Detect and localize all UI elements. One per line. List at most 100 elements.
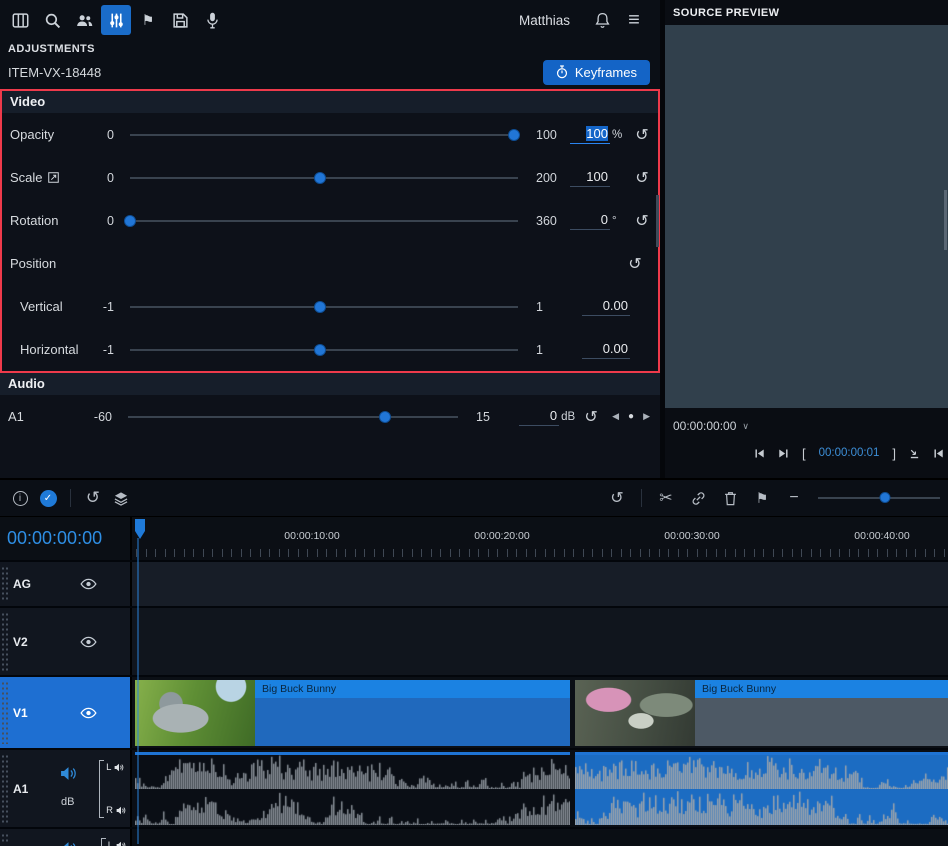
- horizontal-slider[interactable]: [130, 343, 518, 357]
- add-layer-button[interactable]: [107, 485, 135, 511]
- visibility-toggle[interactable]: [80, 636, 97, 648]
- channel-group: L: [101, 838, 126, 846]
- add-keyframe-icon[interactable]: ●: [628, 411, 634, 422]
- delete-button[interactable]: [714, 485, 746, 511]
- opacity-input[interactable]: 100: [570, 126, 610, 144]
- reset-icon[interactable]: ↺: [629, 125, 655, 145]
- playhead-timecode[interactable]: 00:00:00:00: [0, 517, 130, 560]
- mic-button[interactable]: [196, 4, 228, 36]
- speaker-icon: [116, 806, 126, 815]
- scale-slider[interactable]: [130, 171, 518, 185]
- mark-out-bracket[interactable]: ]: [892, 446, 896, 461]
- slider-knob[interactable]: [508, 129, 520, 141]
- zoom-knob[interactable]: [880, 492, 891, 503]
- drag-handle-icon[interactable]: [1, 566, 8, 602]
- track-v1-header[interactable]: V1: [0, 677, 130, 748]
- item-id: ITEM-VX-18448: [8, 65, 101, 80]
- save-button[interactable]: [164, 4, 196, 36]
- track-a1-lane[interactable]: [130, 750, 948, 827]
- track-partial-header[interactable]: L: [0, 829, 130, 846]
- audio-clip[interactable]: [135, 752, 570, 825]
- horizontal-input[interactable]: 0.00: [582, 341, 630, 359]
- notifications-button[interactable]: [586, 4, 618, 36]
- visibility-toggle[interactable]: [80, 707, 97, 719]
- menu-button[interactable]: ≡: [618, 4, 650, 36]
- step-forward-button[interactable]: [778, 448, 789, 459]
- reset-icon[interactable]: ↺: [629, 168, 655, 188]
- step-back-button[interactable]: [754, 448, 765, 459]
- in-out-timecode[interactable]: 00:00:00:01: [819, 447, 880, 459]
- reset-icon[interactable]: ↺: [578, 407, 604, 427]
- search-button[interactable]: [36, 4, 68, 36]
- eye-icon: [80, 636, 97, 648]
- link-button[interactable]: [682, 485, 714, 511]
- zoom-slider[interactable]: [818, 492, 940, 504]
- info-button[interactable]: i: [6, 485, 34, 511]
- markers-button[interactable]: ⚑: [132, 4, 164, 36]
- a1-gain-slider[interactable]: [128, 410, 458, 424]
- preview-timecode-dropdown[interactable]: 00:00:00:00 ∨: [673, 414, 944, 438]
- reset-icon[interactable]: ↺: [622, 254, 648, 274]
- users-button[interactable]: [68, 4, 100, 36]
- channel-left[interactable]: L: [106, 762, 126, 773]
- visibility-toggle[interactable]: [80, 578, 97, 590]
- undo-button[interactable]: ↺: [79, 485, 107, 511]
- columns-button[interactable]: [4, 4, 36, 36]
- scrollbar-thumb[interactable]: [656, 195, 659, 247]
- slider-knob[interactable]: [314, 344, 326, 356]
- snap-toggle-button[interactable]: ✓: [34, 485, 62, 511]
- reset-icon[interactable]: ↺: [629, 211, 655, 231]
- marker-button[interactable]: ⚑: [746, 485, 778, 511]
- drag-handle-icon[interactable]: [1, 833, 8, 842]
- menu-icon: ≡: [628, 10, 640, 30]
- video-clip[interactable]: Big Buck Bunny: [575, 680, 948, 746]
- slider-knob[interactable]: [124, 215, 136, 227]
- track-partial-lane[interactable]: [130, 829, 948, 846]
- history-button[interactable]: ↺: [601, 485, 633, 511]
- keyframes-button[interactable]: Keyframes: [543, 60, 650, 85]
- next-keyframe-icon[interactable]: ▶: [643, 411, 650, 422]
- mic-icon: [204, 12, 221, 29]
- drag-handle-icon[interactable]: [1, 681, 8, 744]
- slider-knob[interactable]: [314, 301, 326, 313]
- slider-knob[interactable]: [314, 172, 326, 184]
- a1-label: A1: [8, 409, 84, 424]
- zoom-out-button[interactable]: −: [778, 485, 810, 511]
- mark-in-bracket[interactable]: [: [802, 446, 806, 461]
- scrollbar-thumb[interactable]: [944, 190, 947, 250]
- user-name[interactable]: Matthias: [519, 13, 570, 28]
- drag-handle-icon[interactable]: [1, 612, 8, 671]
- slider-knob[interactable]: [379, 411, 391, 423]
- track-v2-lane[interactable]: [130, 608, 948, 675]
- video-clip[interactable]: Big Buck Bunny: [135, 680, 570, 746]
- rotation-slider[interactable]: [130, 214, 518, 228]
- audio-clip[interactable]: [575, 752, 948, 825]
- scale-input[interactable]: 100: [570, 169, 610, 187]
- track-v1-lane[interactable]: Big Buck Bunny Big Buck Bunny: [130, 677, 948, 748]
- vertical-slider[interactable]: [130, 300, 518, 314]
- rotation-input[interactable]: 0: [570, 212, 610, 230]
- horizontal-max: 1: [536, 343, 570, 357]
- eye-icon: [80, 578, 97, 590]
- prev-keyframe-icon[interactable]: ◀: [612, 411, 619, 422]
- opacity-slider[interactable]: [130, 128, 518, 142]
- go-to-start-button[interactable]: [933, 448, 944, 459]
- adjustments-button[interactable]: [101, 5, 131, 35]
- chevron-down-icon: ∨: [742, 421, 749, 432]
- mute-toggle[interactable]: [60, 766, 77, 781]
- a1-gain-input[interactable]: 0: [519, 408, 559, 426]
- channel-left[interactable]: L: [108, 840, 126, 846]
- playhead-marker[interactable]: [135, 519, 145, 539]
- timeline-ruler[interactable]: 00:00:10:0000:00:20:0000:00:30:0000:00:4…: [130, 517, 948, 560]
- export-mark-button[interactable]: [909, 448, 920, 459]
- cut-button[interactable]: ✂: [650, 485, 682, 511]
- vertical-input[interactable]: 0.00: [582, 298, 630, 316]
- drag-handle-icon[interactable]: [1, 754, 8, 823]
- horizontal-label: Horizontal: [10, 342, 86, 357]
- track-a1-header[interactable]: A1 dB L R: [0, 750, 130, 827]
- track-ag-lane[interactable]: [130, 562, 948, 606]
- track-ag-header[interactable]: AG: [0, 562, 130, 606]
- track-v2-header[interactable]: V2: [0, 608, 130, 675]
- channel-right[interactable]: R: [106, 805, 126, 816]
- scale-link-icon[interactable]: [48, 172, 59, 183]
